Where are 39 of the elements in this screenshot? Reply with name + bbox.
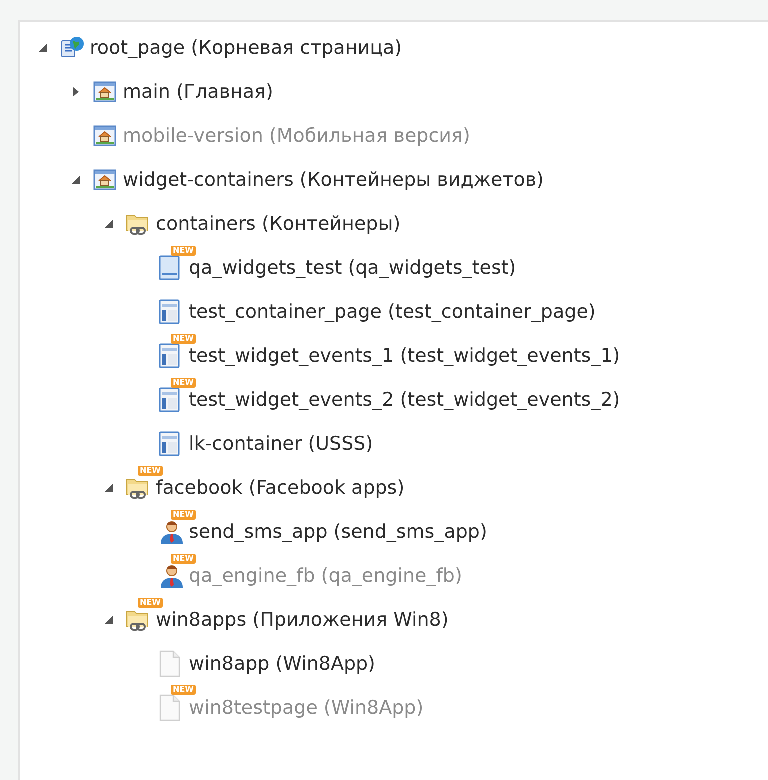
tree-item[interactable]: main (Главная) (123, 78, 274, 106)
tree-item[interactable]: win8apps (Приложения Win8) (156, 606, 449, 634)
new-badge: NEW (171, 246, 196, 256)
tree-item[interactable]: facebook (Facebook apps) (156, 474, 405, 502)
tree-item[interactable]: test_container_page (test_container_page) (189, 298, 596, 326)
new-badge: NEW (138, 466, 163, 476)
new-badge: NEW (171, 510, 196, 520)
tree-item[interactable]: qa_widgets_test (qa_widgets_test) (189, 254, 516, 282)
house-window-icon (93, 168, 117, 192)
blank-page-icon (159, 650, 181, 678)
expanded-arrow-icon[interactable] (104, 615, 114, 625)
new-badge: NEW (171, 378, 196, 388)
house-window-icon (93, 124, 117, 148)
new-badge: NEW (138, 598, 163, 608)
person-icon (159, 519, 185, 545)
tree-item[interactable]: root_page (Корневая страница) (90, 34, 402, 62)
form-window-icon (159, 255, 181, 281)
tree-item[interactable]: win8app (Win8App) (189, 650, 376, 678)
tree-item[interactable]: containers (Контейнеры) (156, 210, 401, 238)
layout-window-icon (159, 387, 181, 413)
tree-item[interactable]: send_sms_app (send_sms_app) (189, 518, 488, 546)
blank-page-icon (159, 694, 181, 722)
expanded-arrow-icon[interactable] (38, 43, 48, 53)
expanded-arrow-icon[interactable] (104, 483, 114, 493)
layout-window-icon (159, 431, 181, 457)
new-badge: NEW (171, 334, 196, 344)
new-badge: NEW (171, 554, 196, 564)
tree-item[interactable]: test_widget_events_2 (test_widget_events_2) (189, 386, 620, 414)
layout-window-icon (159, 343, 181, 369)
expanded-arrow-icon[interactable] (104, 219, 114, 229)
collapsed-arrow-icon[interactable] (72, 86, 80, 98)
tree-item[interactable]: lk-container (USSS) (189, 430, 374, 458)
layout-window-icon (159, 299, 181, 325)
house-window-icon (93, 80, 117, 104)
person-icon (159, 563, 185, 589)
tree-item[interactable]: widget-containers (Контейнеры виджетов) (123, 166, 544, 194)
expanded-arrow-icon[interactable] (71, 175, 81, 185)
tree-item[interactable]: test_widget_events_1 (test_widget_events_1) (189, 342, 620, 370)
new-badge: NEW (171, 685, 196, 695)
